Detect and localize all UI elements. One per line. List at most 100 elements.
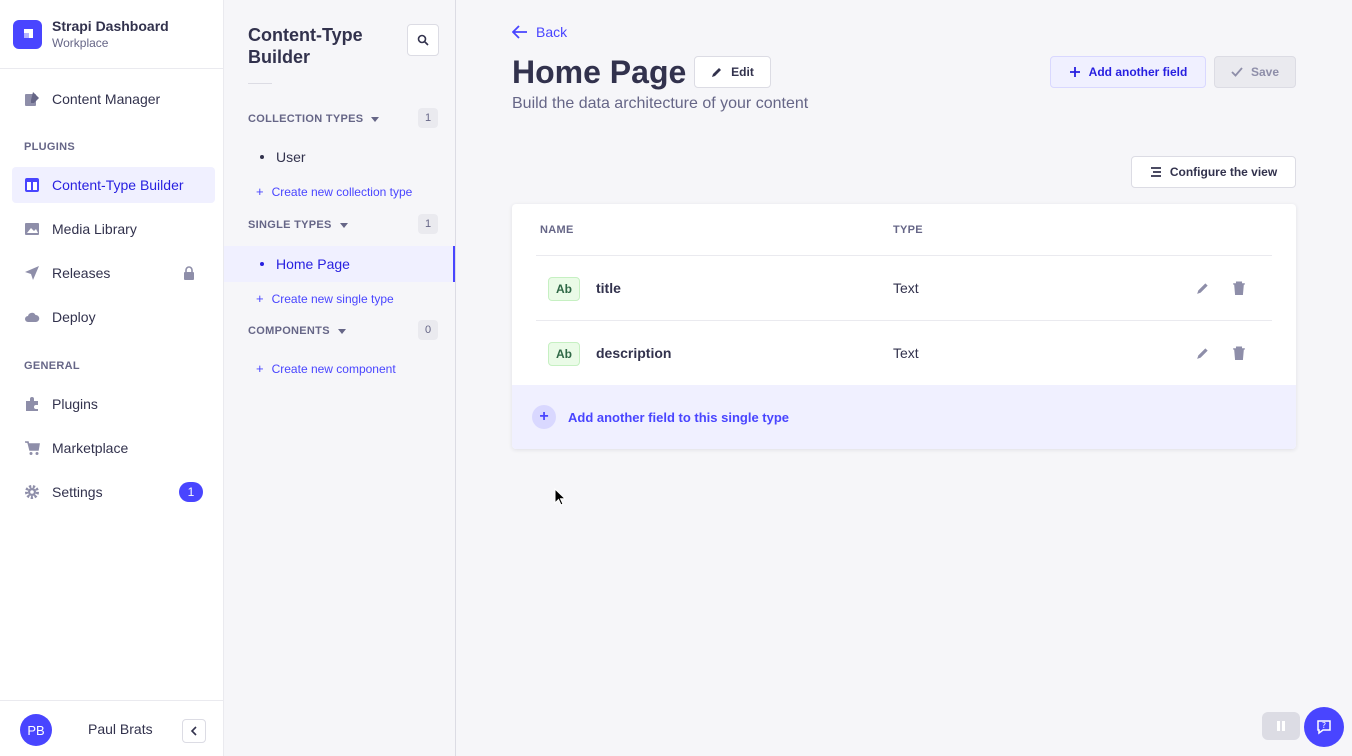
field-type: Text: [893, 345, 919, 361]
nav-item-settings[interactable]: Settings 1: [12, 474, 215, 510]
strapi-logo-icon: [13, 19, 42, 49]
nav-item-media-library[interactable]: Media Library: [12, 211, 215, 247]
lock-icon: [183, 266, 195, 283]
search-icon: [417, 34, 429, 46]
configure-view-label: Configure the view: [1169, 165, 1278, 179]
pause-icon: [1277, 721, 1285, 731]
back-label: Back: [536, 24, 568, 40]
nav-label: Settings: [52, 484, 103, 500]
add-row-label: Add another field to this single type: [568, 409, 790, 425]
pencil-icon: [712, 68, 722, 77]
pencil-icon[interactable]: [1196, 281, 1212, 297]
back-link[interactable]: Back: [512, 24, 567, 40]
table-row: Ab description Text: [536, 320, 1272, 385]
bullet-icon: [260, 155, 264, 159]
text-type-badge: Ab: [548, 277, 580, 301]
nav-label: Media Library: [52, 221, 137, 237]
add-another-field-button[interactable]: Add another field: [1050, 56, 1206, 88]
chevron-left-icon: [190, 726, 197, 736]
nav-label: Content-Type Builder: [52, 177, 184, 193]
column-header-type: TYPE: [893, 224, 923, 236]
svg-text:?: ?: [1322, 721, 1326, 730]
plus-icon: +: [256, 361, 264, 376]
nav-label: Releases: [52, 265, 111, 281]
help-chat-icon: ?: [1317, 720, 1331, 735]
plus-circle-icon: +: [532, 405, 556, 429]
nav-label: Deploy: [52, 309, 96, 325]
section-collection-types[interactable]: COLLECTION TYPES: [248, 113, 380, 125]
user-name[interactable]: Paul Brats: [88, 721, 153, 737]
fields-table: NAME TYPE Ab title Text Ab description T…: [512, 204, 1296, 449]
bullet-icon: [260, 262, 264, 266]
nav-item-releases[interactable]: Releases: [12, 255, 215, 291]
collection-types-count: 1: [418, 108, 438, 128]
plus-icon: +: [256, 291, 264, 306]
nav-label: Marketplace: [52, 440, 129, 456]
gear-icon: [24, 484, 40, 500]
search-button[interactable]: [407, 24, 439, 56]
section-label: SINGLE TYPES: [248, 219, 332, 231]
subnav-item-label: Home Page: [276, 256, 350, 272]
page-title: Home Page: [512, 54, 687, 90]
create-component-link[interactable]: + Create new component: [256, 361, 396, 376]
paper-plane-icon: [24, 265, 40, 281]
nav-item-deploy[interactable]: Deploy: [12, 299, 215, 335]
pencil-icon[interactable]: [1196, 346, 1212, 362]
create-link-label: Create new single type: [271, 291, 394, 306]
content-manager-icon: [24, 91, 40, 107]
table-row: Ab title Text: [536, 255, 1272, 320]
check-icon: [1231, 67, 1243, 77]
layout-icon: [24, 177, 40, 193]
cart-icon: [24, 440, 40, 456]
brand-subtitle: Workplace: [52, 36, 109, 50]
mouse-cursor-icon: [554, 487, 567, 511]
components-count: 0: [418, 320, 438, 340]
field-type: Text: [893, 280, 919, 296]
nav-label: Content Manager: [52, 91, 161, 107]
brand-header: Strapi Dashboard Workplace: [0, 0, 223, 69]
nav-section-general: GENERAL: [24, 360, 80, 372]
trash-icon[interactable]: [1232, 346, 1248, 362]
user-footer: PB Paul Brats: [0, 700, 223, 756]
trash-icon[interactable]: [1232, 281, 1248, 297]
plus-icon: [1069, 67, 1080, 77]
nav-item-content-manager[interactable]: Content Manager: [12, 81, 215, 117]
plus-icon: +: [256, 184, 264, 199]
avatar[interactable]: PB: [20, 714, 52, 746]
section-components[interactable]: COMPONENTS: [248, 325, 346, 337]
text-type-badge: Ab: [548, 342, 580, 366]
list-settings-icon: [1150, 167, 1161, 177]
nav-item-content-type-builder[interactable]: Content-Type Builder: [12, 167, 215, 203]
arrow-left-icon: [512, 25, 527, 39]
single-types-count: 1: [418, 214, 438, 234]
create-collection-type-link[interactable]: + Create new collection type: [256, 184, 412, 199]
puzzle-icon: [24, 396, 40, 412]
nav-item-plugins[interactable]: Plugins: [12, 386, 215, 422]
field-name: title: [596, 280, 621, 296]
field-name: description: [596, 345, 672, 361]
nav-label: Plugins: [52, 396, 98, 412]
help-button[interactable]: ?: [1304, 707, 1344, 747]
main-nav: Strapi Dashboard Workplace Content Manag…: [0, 0, 224, 756]
section-label: COLLECTION TYPES: [248, 113, 364, 125]
image-icon: [24, 221, 40, 237]
subnav-item-user[interactable]: User: [224, 139, 455, 175]
content-type-builder-subnav: Content-Type Builder COLLECTION TYPES 1 …: [224, 0, 456, 756]
section-single-types[interactable]: SINGLE TYPES: [248, 219, 348, 231]
collapse-nav-button[interactable]: [182, 719, 206, 743]
configure-view-button[interactable]: Configure the view: [1131, 156, 1296, 188]
nav-section-plugins: PLUGINS: [24, 141, 75, 153]
create-single-type-link[interactable]: + Create new single type: [256, 291, 394, 306]
add-field-row-button[interactable]: + Add another field to this single type: [512, 385, 1296, 449]
subnav-item-home-page[interactable]: Home Page: [224, 246, 455, 282]
save-button[interactable]: Save: [1214, 56, 1296, 88]
nav-item-marketplace[interactable]: Marketplace: [12, 430, 215, 466]
brand-title: Strapi Dashboard: [52, 18, 169, 34]
column-header-name: NAME: [540, 224, 574, 236]
subnav-title: Content-Type Builder: [248, 25, 363, 67]
create-link-label: Create new component: [271, 361, 396, 376]
edit-button[interactable]: Edit: [694, 56, 771, 88]
section-label: COMPONENTS: [248, 325, 330, 337]
pause-recording-button[interactable]: [1262, 712, 1300, 740]
caret-down-icon: [339, 222, 348, 228]
